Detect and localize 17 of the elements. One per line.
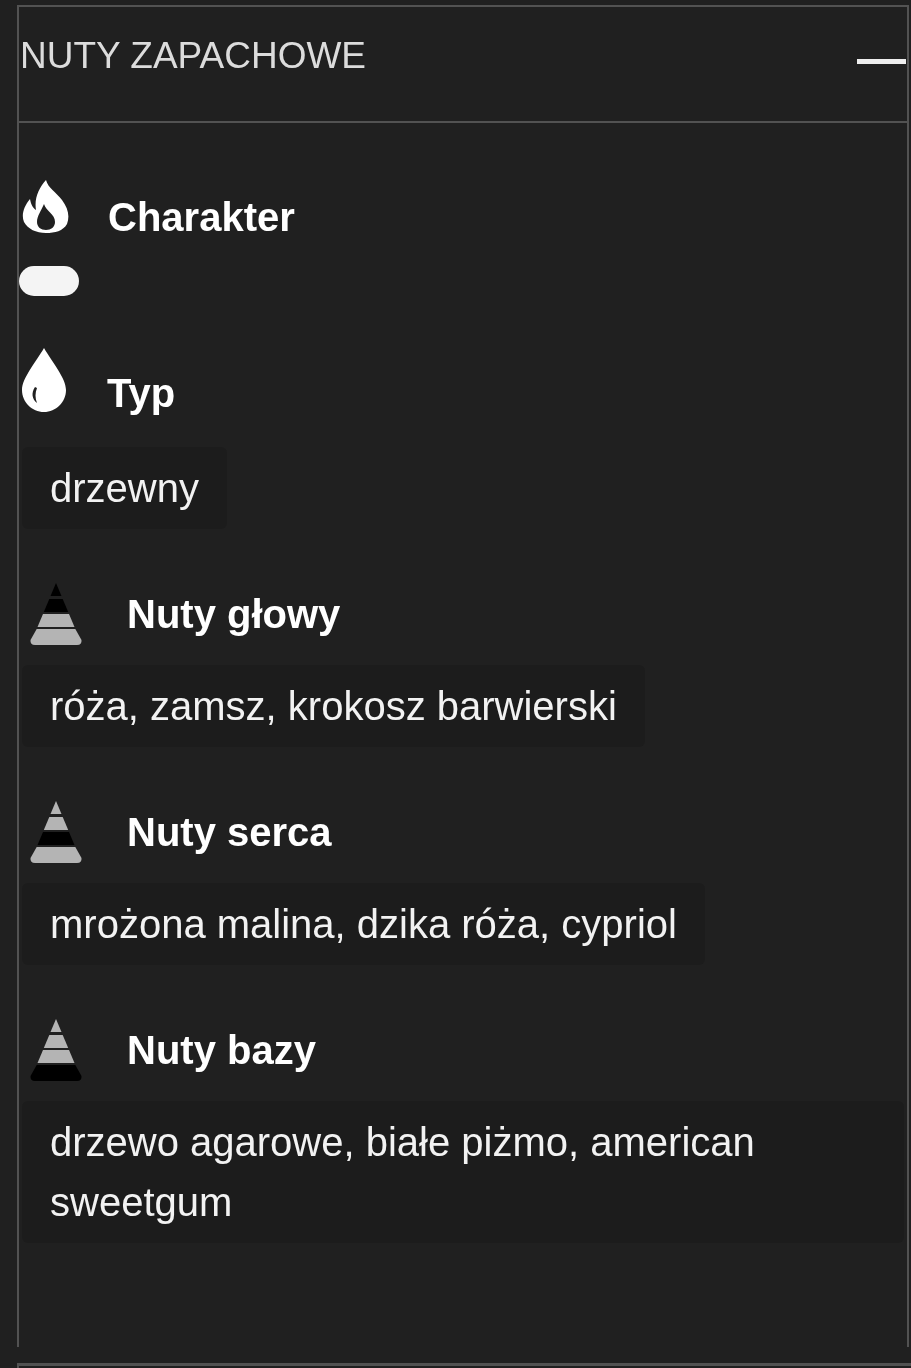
- section-heading: Typ: [107, 370, 176, 417]
- pyramid-icon: [30, 1019, 82, 1081]
- flame-icon: [22, 180, 70, 233]
- note-value: drzewny: [22, 447, 227, 529]
- note-value: mrożona malina, dzika róża, cypriol: [22, 883, 705, 965]
- section-heading: Nuty serca: [127, 809, 332, 856]
- section-heading: Charakter: [108, 193, 295, 241]
- minus-icon[interactable]: [857, 58, 906, 64]
- pyramid-icon: [30, 583, 82, 645]
- note-value: drzewo agarowe, białe piżmo, american sweetgum: [22, 1101, 904, 1243]
- tag-pill: [19, 266, 79, 296]
- note-value: róża, zamsz, krokosz barwierski: [22, 665, 645, 747]
- section-heading: Nuty bazy: [127, 1027, 316, 1074]
- section-heading: Nuty głowy: [127, 591, 341, 638]
- section-title: NUTY ZAPACHOWE: [20, 34, 367, 78]
- drop-icon: [22, 348, 66, 412]
- pyramid-icon: [30, 801, 82, 863]
